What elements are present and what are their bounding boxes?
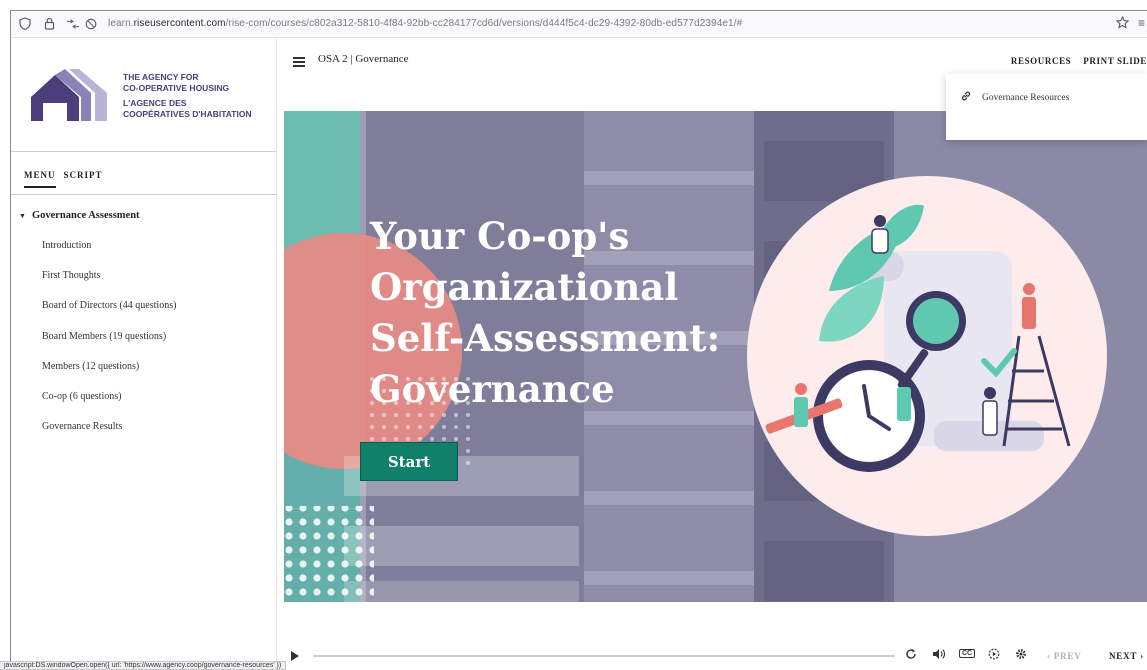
print-slide-link[interactable]: PRINT SLIDE xyxy=(1083,56,1147,66)
chevron-right-icon: › xyxy=(1137,651,1144,661)
tab-menu[interactable]: MENU xyxy=(24,170,56,188)
replay-icon[interactable] xyxy=(905,648,917,663)
resources-link[interactable]: RESOURCES xyxy=(1011,56,1071,66)
dropdown-item-label: Governance Resources xyxy=(982,92,1070,103)
lesson-board-of-directors[interactable]: Board of Directors (44 questions) xyxy=(42,300,176,311)
browser-menu-icon[interactable]: ≡ xyxy=(1138,16,1145,30)
divider xyxy=(11,194,277,195)
window-border-top xyxy=(10,10,1147,11)
lock-icon[interactable] xyxy=(42,17,56,31)
prev-label: PREV xyxy=(1053,651,1082,661)
start-button[interactable]: Start xyxy=(360,442,458,481)
lesson-governance-results[interactable]: Governance Results xyxy=(42,421,122,432)
hamburger-menu-icon[interactable] xyxy=(293,57,305,69)
browser-status-bar: javascript:DS.windowOpen.open({ url: 'ht… xyxy=(0,661,287,670)
logo-line-3: L'AGENCE DES xyxy=(123,98,187,108)
chevron-left-icon: ‹ xyxy=(1047,651,1054,661)
shield-icon[interactable] xyxy=(18,17,32,31)
lesson-first-thoughts[interactable]: First Thoughts xyxy=(42,270,100,281)
hero-title-line: Organizational xyxy=(370,265,679,309)
hero-banner: Your Co-op's Organizational Self-Assessm… xyxy=(284,111,1147,602)
hero-title: Your Co-op's Organizational Self-Assessm… xyxy=(370,211,790,415)
hero-title-line: Governance xyxy=(370,367,615,411)
section-governance-assessment[interactable]: ▼ Governance Assessment xyxy=(19,210,140,221)
speed-icon[interactable] xyxy=(988,648,1000,663)
tracking-protection-icon[interactable] xyxy=(84,17,98,31)
logo-line-2: CO-OPERATIVE HOUSING xyxy=(123,83,230,93)
course-sidebar: THE AGENCY FOR CO-OPERATIVE HOUSING L'AG… xyxy=(11,39,277,670)
next-label: NEXT xyxy=(1109,651,1138,661)
lesson-board-members[interactable]: Board Members (19 questions) xyxy=(42,331,166,342)
section-title: Governance Assessment xyxy=(31,210,140,221)
divider xyxy=(11,151,277,152)
play-icon[interactable] xyxy=(290,649,300,667)
tab-script[interactable]: SCRIPT xyxy=(64,170,103,188)
lesson-co-op[interactable]: Co-op (6 questions) xyxy=(42,391,121,402)
lesson-main: OSA 2 | Governance RESOURCES PRINT SLIDE… xyxy=(277,39,1147,670)
hero-title-line: Self-Assessment: xyxy=(370,316,721,360)
logo-text: THE AGENCY FOR CO-OPERATIVE HOUSING L'AG… xyxy=(123,72,252,120)
prev-button[interactable]: ‹ PREV xyxy=(1047,651,1082,661)
permissions-icon[interactable] xyxy=(66,17,80,31)
browser-address-bar: learn.riseusercontent.com/rise-com/cours… xyxy=(10,10,1147,38)
bookmark-star-icon[interactable] xyxy=(1115,15,1130,34)
closed-captions-icon[interactable]: CC xyxy=(959,649,976,658)
course-title: OSA 2 | Governance xyxy=(318,53,409,65)
logo-line-4: COOPÉRATIVES D'HABITATION xyxy=(123,109,252,119)
hero-title-line: Your Co-op's xyxy=(370,214,630,258)
media-player-bar: CC ‹ PREV NEXT › xyxy=(277,642,1147,670)
link-icon xyxy=(960,90,972,105)
volume-icon[interactable] xyxy=(932,648,946,663)
lesson-members[interactable]: Members (12 questions) xyxy=(42,361,139,372)
logo-line-1: THE AGENCY FOR xyxy=(123,72,199,82)
lesson-introduction[interactable]: Introduction xyxy=(42,240,91,251)
top-links: RESOURCES PRINT SLIDE xyxy=(1011,56,1147,66)
caret-down-icon: ▼ xyxy=(19,211,26,220)
resources-dropdown: Governance Resources xyxy=(946,74,1147,140)
dropdown-item-governance-resources[interactable]: Governance Resources xyxy=(960,90,1069,105)
progress-track[interactable] xyxy=(313,655,895,657)
next-button[interactable]: NEXT › xyxy=(1109,651,1144,661)
settings-gear-icon[interactable] xyxy=(1015,648,1027,663)
url-text[interactable]: learn.riseusercontent.com/rise-com/cours… xyxy=(108,18,742,29)
sidebar-tabs: MENU SCRIPT xyxy=(24,170,103,188)
